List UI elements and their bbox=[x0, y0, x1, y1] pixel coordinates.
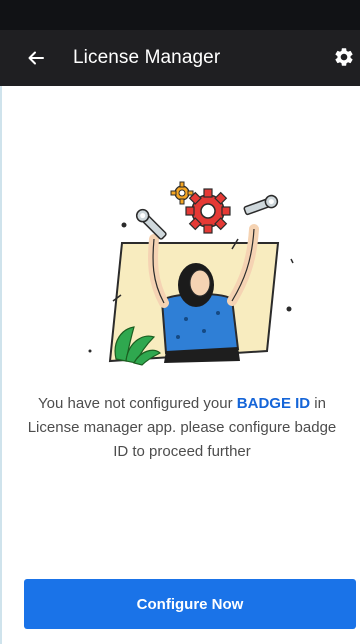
person-with-wrenches-and-gears-illustration bbox=[88, 181, 294, 366]
app-bar: License Manager bbox=[0, 30, 360, 86]
gear-icon bbox=[335, 48, 353, 66]
settings-button[interactable] bbox=[330, 43, 358, 71]
back-button[interactable] bbox=[22, 44, 50, 72]
message-text-start: You have not configured your bbox=[38, 395, 237, 412]
badge-id-message: You have not configured your BADGE ID in… bbox=[22, 392, 342, 464]
main-content: You have not configured your BADGE ID in… bbox=[0, 86, 360, 644]
arrow-left-icon bbox=[28, 51, 44, 65]
status-bar bbox=[0, 0, 360, 30]
configure-now-button[interactable]: Configure Now bbox=[24, 579, 356, 629]
page-title: License Manager bbox=[73, 47, 221, 68]
badge-id-highlight: BADGE ID bbox=[236, 395, 311, 412]
